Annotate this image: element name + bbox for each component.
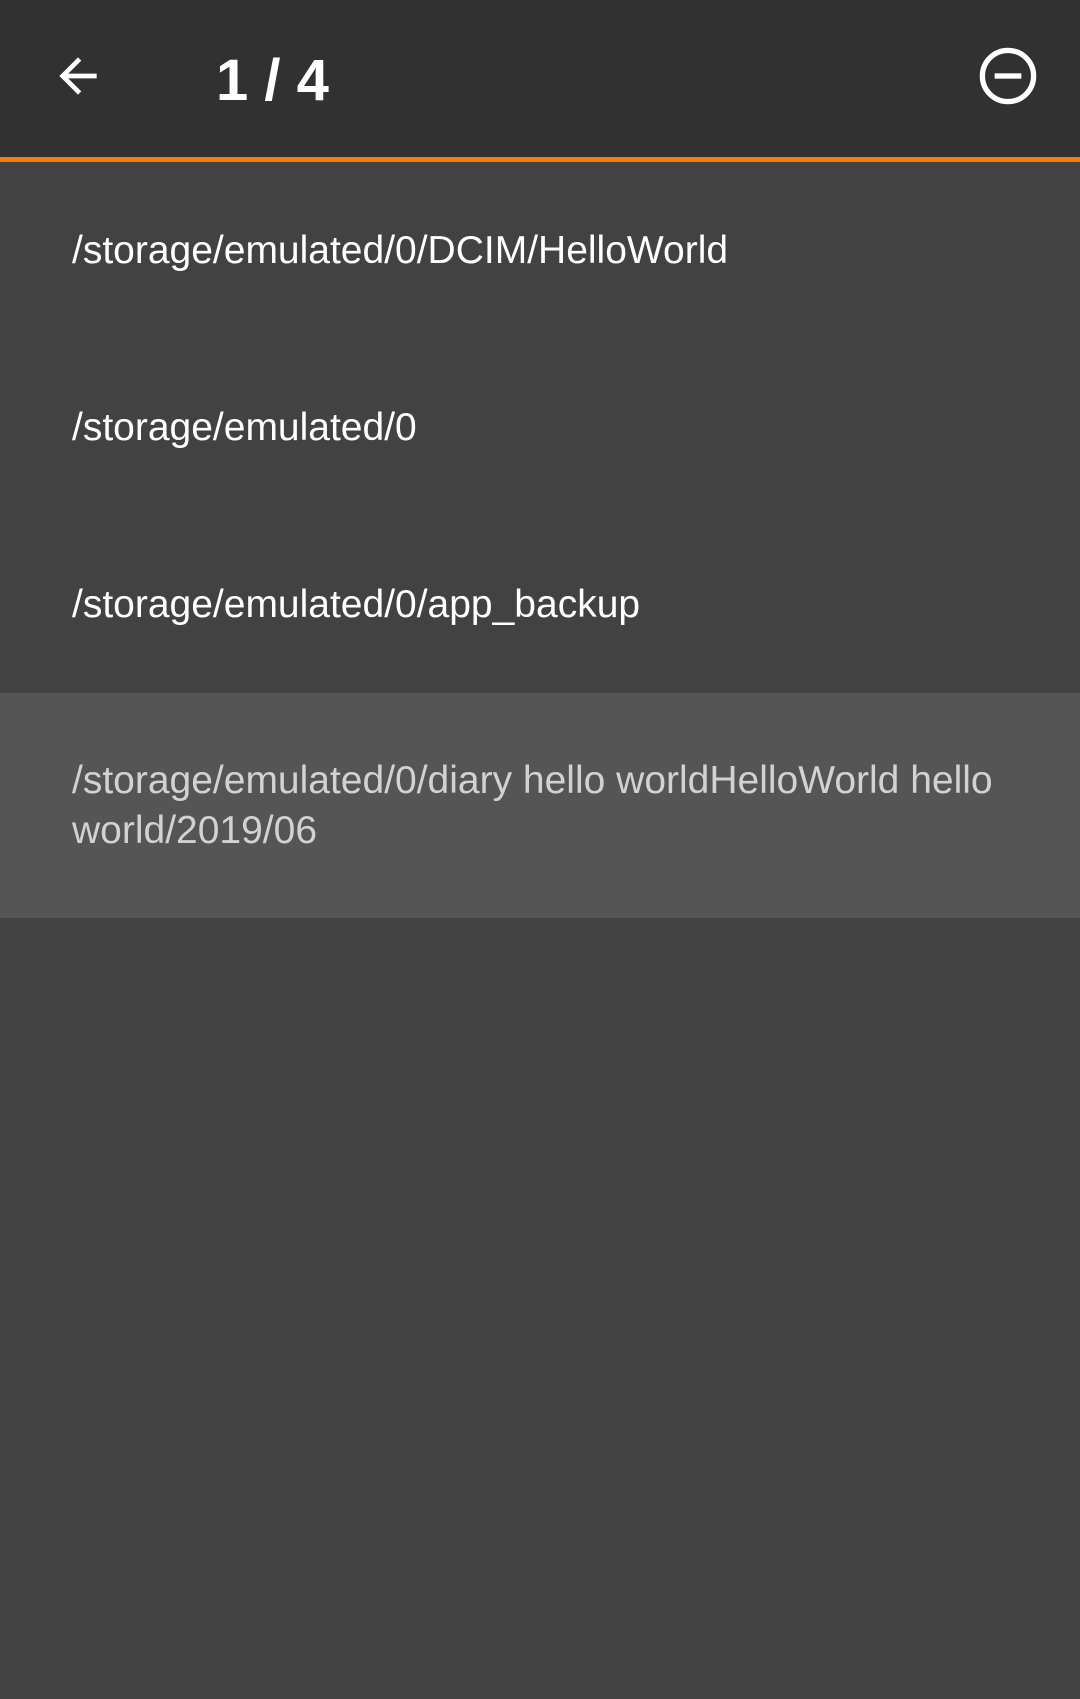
list-item[interactable]: /storage/emulated/0	[0, 339, 1080, 516]
path-label: /storage/emulated/0/diary hello worldHel…	[72, 758, 993, 852]
page-title: 1 / 4	[216, 48, 329, 113]
path-list: /storage/emulated/0/DCIM/HelloWorld /sto…	[0, 162, 1080, 918]
path-label: /storage/emulated/0/DCIM/HelloWorld	[72, 228, 729, 272]
arrow-left-icon	[50, 48, 106, 109]
app-root: 1 / 4 /storage/emulated/0/DCIM/HelloWorl…	[0, 0, 1080, 1699]
list-item-selected[interactable]: /storage/emulated/0/diary hello worldHel…	[0, 693, 1080, 918]
list-item[interactable]: /storage/emulated/0/DCIM/HelloWorld	[0, 162, 1080, 339]
path-label: /storage/emulated/0	[72, 405, 417, 449]
minus-circle-icon	[976, 44, 1040, 113]
back-button[interactable]	[40, 40, 116, 116]
path-label: /storage/emulated/0/app_backup	[72, 582, 641, 626]
toolbar: 1 / 4	[0, 0, 1080, 162]
list-item[interactable]: /storage/emulated/0/app_backup	[0, 516, 1080, 693]
remove-button[interactable]	[970, 40, 1046, 116]
